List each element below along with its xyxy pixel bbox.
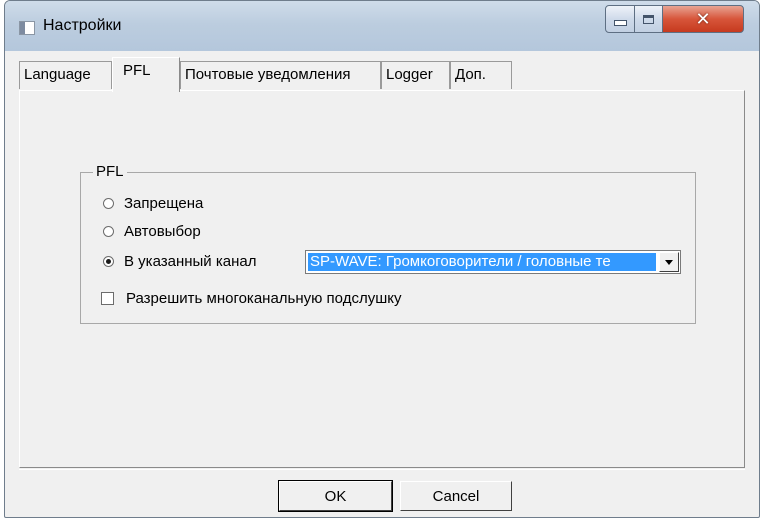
minimize-icon [613,20,627,26]
cancel-button-label: Cancel [432,487,480,505]
radio-disabled[interactable] [103,198,114,209]
radio-disabled-option[interactable]: Запрещена [103,195,203,212]
tab-language[interactable]: Language [19,61,112,89]
dialog-button-bar: OK Cancel [19,471,745,512]
tab-pfl-label: PFL [123,62,151,79]
tab-mail-notifications-label: Почтовые уведомления [185,66,351,83]
radio-specified-channel-option[interactable]: В указанный канал [103,253,256,270]
bottom-separator [19,469,745,470]
app-icon [19,21,35,35]
window-title: Настройки [43,17,122,34]
pfl-groupbox: PFL Запрещена Автовыбор В указанный кана… [80,163,696,324]
tab-panel-pfl: PFL Запрещена Автовыбор В указанный кана… [19,90,745,468]
pfl-groupbox-legend: PFL [93,163,127,180]
radio-autoselect-label: Автовыбор [124,223,201,240]
ok-button[interactable]: OK [278,480,393,512]
cancel-button[interactable]: Cancel [400,481,512,511]
chevron-down-icon [665,259,673,265]
tab-logger-label: Logger [386,66,433,83]
minimize-button[interactable] [605,5,635,33]
tab-pfl[interactable]: PFL [112,57,180,92]
close-button[interactable]: ✕ [662,5,744,33]
tab-language-label: Language [24,66,91,83]
channel-select-value: SP-WAVE: Громкоговорители / головные те [308,253,656,271]
tab-extra[interactable]: Доп. [450,61,512,89]
multichannel-checkbox-label: Разрешить многоканальную подслушку [126,290,402,307]
multichannel-checkbox[interactable] [101,292,114,305]
ok-button-label: OK [324,487,347,505]
maximize-icon [643,14,654,24]
maximize-button[interactable] [634,5,663,33]
title-bar[interactable]: Настройки ✕ [5,1,759,51]
radio-disabled-label: Запрещена [124,195,204,212]
tab-mail-notifications[interactable]: Почтовые уведомления [180,61,381,89]
radio-autoselect-option[interactable]: Автовыбор [103,223,201,240]
radio-specified-channel[interactable] [103,256,114,267]
radio-autoselect[interactable] [103,226,114,237]
tab-logger[interactable]: Logger [381,61,450,89]
tab-extra-label: Доп. [455,66,486,83]
close-icon: ✕ [695,9,711,29]
multichannel-option[interactable]: Разрешить многоканальную подслушку [101,290,401,307]
settings-window: Настройки ✕ Language PFL Почтовые уведом… [4,0,760,518]
channel-select-dropdown-button[interactable] [659,252,679,272]
channel-select[interactable]: SP-WAVE: Громкоговорители / головные те [305,250,681,274]
radio-specified-channel-label: В указанный канал [124,253,257,270]
